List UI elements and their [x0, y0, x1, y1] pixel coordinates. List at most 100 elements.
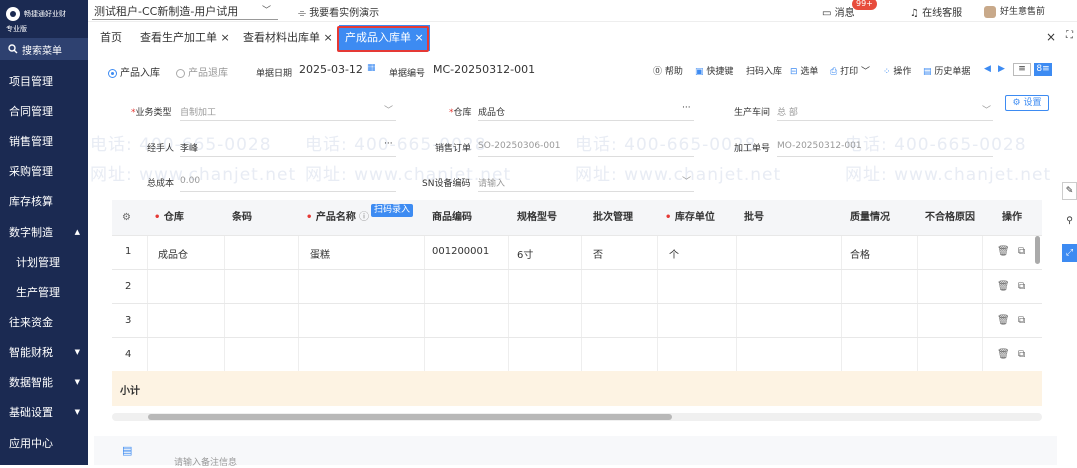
sidebar-item-production[interactable]: 生产管理	[0, 279, 88, 305]
user-menu[interactable]: 好生意售前	[984, 4, 1045, 18]
cell-warehouse[interactable]: 成品仓	[158, 246, 188, 261]
sidebar-item-finance-tax[interactable]: 智能财税 ▼	[0, 339, 88, 365]
sidebar-item-data-intel[interactable]: 数据智能 ▼	[0, 369, 88, 395]
sidebar-item-inventory[interactable]: 库存核算	[0, 188, 88, 214]
sidebar-item-manufacturing[interactable]: 数字制造 ▲	[0, 219, 88, 245]
company-select[interactable]: 测试租户-CC新制造-用户试用	[94, 3, 238, 19]
col-product-code: 商品编码	[432, 200, 472, 235]
operations-button[interactable]: ⁘ 操作	[883, 64, 911, 77]
sidebar: 畅捷通好业财 专业版 搜索菜单 项目管理 合同管理 销售管理 采购管理 库存核算…	[0, 0, 88, 465]
next-arrow-icon[interactable]: ▶	[998, 64, 1005, 74]
row-number: 2	[125, 281, 132, 292]
tab-production-order[interactable]: 查看生产加工单 ×	[140, 25, 230, 51]
row-number: 1	[125, 246, 132, 257]
sidebar-item-purchase[interactable]: 采购管理	[0, 158, 88, 184]
remark-bar: ▤ 请输入备注信息	[94, 436, 1057, 468]
work-order-field[interactable]: MO-20250312-001	[777, 141, 862, 151]
expand-icon[interactable]: ⤢	[1062, 244, 1077, 262]
delete-icon[interactable]: 🗑	[997, 349, 1010, 360]
col-spec: 规格型号	[517, 200, 557, 235]
copy-icon[interactable]: ⧉	[1018, 246, 1025, 257]
message-icon: ▭	[822, 8, 835, 19]
scan-entry-button[interactable]: 扫码录入	[371, 204, 414, 217]
sales-order-field[interactable]: SO-20250306-001	[478, 141, 561, 151]
chevron-down-icon[interactable]: ﹀	[682, 174, 691, 187]
warehouse-field[interactable]: 成品仓	[478, 105, 505, 118]
tab-material-issue[interactable]: 查看材料出库单 ×	[243, 25, 333, 51]
list-view-icon[interactable]: ≡	[1013, 63, 1031, 76]
prev-arrow-icon[interactable]: ◀	[984, 64, 991, 74]
tab-home[interactable]: 首页	[100, 25, 122, 51]
print-button[interactable]: ⎙ 打印 ﹀	[830, 64, 870, 77]
sidebar-item-funds[interactable]: 往来资金	[0, 309, 88, 335]
chevron-down-icon: ▼	[74, 348, 80, 356]
shortcut-button[interactable]: ▣ 快捷键	[695, 64, 733, 77]
radio-product-in[interactable]: 产品入库	[108, 64, 160, 79]
sidebar-item-contract[interactable]: 合同管理	[0, 98, 88, 124]
copy-icon[interactable]: ⧉	[1018, 315, 1025, 326]
help-button[interactable]: ⓪ 帮助	[653, 64, 683, 77]
note-icon[interactable]: ✎	[1062, 182, 1077, 200]
messages-button[interactable]: ▭ 消息	[822, 4, 855, 19]
help-icon: ⓪	[653, 67, 665, 77]
card-view-icon[interactable]: 8≡	[1034, 63, 1052, 76]
cell-spec[interactable]: 6寸	[517, 246, 533, 261]
radio-product-return[interactable]: 产品退库	[176, 64, 228, 79]
fullscreen-icon[interactable]: ⛶	[1066, 30, 1073, 41]
biz-type-select[interactable]: 自制加工	[180, 105, 216, 118]
col-warehouse: • 仓库	[154, 200, 184, 235]
date-value[interactable]: 2025-03-12	[299, 63, 363, 76]
handler-field[interactable]: 李峰	[180, 141, 198, 154]
gear-icon[interactable]: ⚙	[122, 200, 131, 235]
settings-button[interactable]: ⚙ 设置	[1005, 95, 1049, 111]
sidebar-item-basic-settings[interactable]: 基础设置 ▼	[0, 399, 88, 425]
calendar-icon[interactable]: ▦	[367, 63, 376, 73]
cell-product-code[interactable]: 001200001	[432, 246, 489, 257]
copy-icon[interactable]: ⧉	[1018, 349, 1025, 360]
demo-link[interactable]: ⌯ 我要看实例演示	[298, 4, 379, 19]
sidebar-item-app-center[interactable]: 应用中心	[0, 430, 88, 456]
warehouse-label: *仓库	[449, 108, 472, 118]
chevron-down-icon[interactable]: ﹀	[982, 103, 991, 116]
sidebar-item-planning[interactable]: 计划管理	[0, 249, 88, 275]
customer-service-button[interactable]: ♫ 在线客服	[910, 4, 962, 19]
scan-in-button[interactable]: 扫码入库	[746, 64, 782, 77]
cell-quality[interactable]: 合格	[850, 246, 870, 261]
delete-icon[interactable]: 🗑	[997, 315, 1010, 326]
horizontal-scrollbar[interactable]	[148, 414, 672, 420]
sidebar-item-project[interactable]: 项目管理	[0, 68, 88, 94]
cell-batch-mgmt[interactable]: 否	[593, 246, 603, 261]
col-product-name: • 产品名称 ⓘ	[306, 200, 370, 235]
menu-search[interactable]: 搜索菜单	[0, 38, 88, 60]
more-icon[interactable]: ···	[682, 103, 691, 113]
chevron-down-icon[interactable]: ﹀	[262, 3, 271, 16]
cell-unit[interactable]: 个	[669, 246, 679, 261]
sidebar-item-sales[interactable]: 销售管理	[0, 128, 88, 154]
cell-product-name[interactable]: 蛋糕	[310, 246, 330, 261]
close-icon[interactable]: ×	[1046, 30, 1056, 44]
grid-icon: ⁘	[883, 67, 894, 77]
avatar	[984, 5, 996, 18]
copy-icon[interactable]: ⧉	[1018, 281, 1025, 292]
remark-input[interactable]: 请输入备注信息	[174, 455, 237, 468]
help-icon: ⓘ	[355, 212, 370, 223]
history-button[interactable]: ▤ 历史单据	[923, 64, 970, 77]
chevron-down-icon: ▼	[74, 408, 80, 416]
vertical-scrollbar[interactable]	[1035, 236, 1040, 264]
chevron-down-icon[interactable]: ﹀	[384, 103, 393, 116]
delete-icon[interactable]: 🗑	[997, 246, 1010, 257]
attachment-icon[interactable]: ⚲	[1062, 213, 1077, 231]
workshop-select[interactable]: 总 部	[777, 105, 798, 118]
select-doc-button[interactable]: ⊟ 选单	[790, 64, 818, 77]
col-quality: 质量情况	[850, 200, 890, 235]
col-batch-no: 批号	[744, 200, 764, 235]
row-number: 4	[125, 349, 132, 360]
watermark: 电话: 400-665-0028	[845, 135, 1027, 155]
subtotal-label: 小计	[120, 386, 140, 397]
delete-icon[interactable]: 🗑	[997, 281, 1010, 292]
sn-input[interactable]: 请输入	[478, 176, 505, 189]
select-icon: ⊟	[790, 67, 801, 77]
right-dock: ✎ ⚲ ⤢	[1062, 182, 1077, 272]
more-icon[interactable]: ···	[384, 139, 393, 149]
menu-search-label: 搜索菜单	[22, 45, 62, 57]
